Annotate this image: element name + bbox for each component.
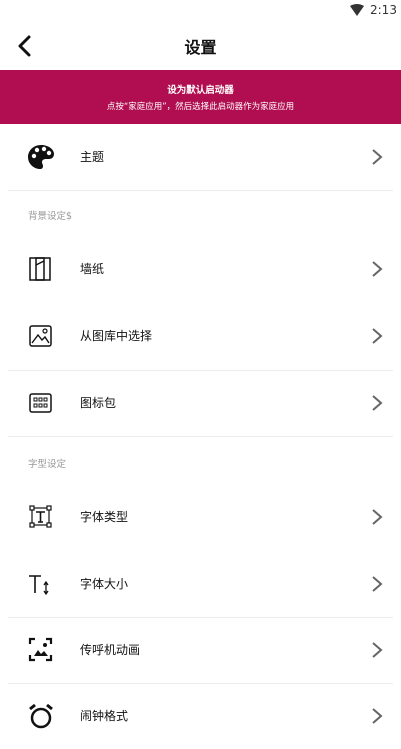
icon-pack-icon — [29, 393, 52, 413]
chevron-right-icon — [372, 642, 383, 658]
settings-item-alarm[interactable]: 闹钟格式 — [0, 683, 401, 749]
page-title: 设置 — [184, 38, 217, 57]
status-time: 2:13 — [370, 3, 397, 17]
chevron-right-icon — [372, 509, 383, 525]
pager-animation-icon — [28, 637, 53, 662]
chevron-right-icon — [372, 576, 383, 592]
banner-title: 设为默认启动器 — [167, 85, 234, 96]
status-bar: 2:13 — [0, 0, 401, 22]
settings-item-theme[interactable]: 主题 — [0, 124, 401, 190]
default-launcher-banner[interactable]: 设为默认启动器 点按“家庭应用”，然后选择此启动器作为家庭应用 — [0, 70, 401, 124]
settings-item-pager-animation[interactable]: 传呼机动画 — [0, 617, 401, 683]
chevron-right-icon — [372, 149, 383, 165]
palette-icon — [28, 145, 54, 169]
chevron-right-icon — [372, 395, 383, 411]
settings-item-label: 传呼机动画 — [80, 643, 141, 657]
settings-item-label: 主题 — [80, 150, 105, 164]
settings-item-label: 墙纸 — [80, 262, 105, 276]
wallpaper-icon — [29, 257, 51, 281]
banner-subtitle: 点按“家庭应用”，然后选择此启动器作为家庭应用 — [106, 102, 295, 112]
settings-item-icon-pack[interactable]: 图标包 — [0, 370, 401, 436]
section-header-background: 背景设定$ — [28, 211, 73, 222]
chevron-right-icon — [372, 708, 383, 724]
gallery-icon — [29, 325, 52, 347]
settings-item-font-size[interactable]: 字体大小 — [0, 551, 401, 617]
settings-item-label: 图标包 — [80, 396, 117, 410]
chevron-right-icon — [372, 328, 383, 344]
settings-item-wallpaper[interactable]: 墙纸 — [0, 236, 401, 302]
settings-item-label: 从图库中选择 — [80, 329, 153, 343]
divider — [8, 190, 393, 191]
settings-item-gallery[interactable]: 从图库中选择 — [0, 303, 401, 369]
chevron-right-icon — [372, 261, 383, 277]
wifi-icon — [350, 4, 364, 16]
font-type-icon — [29, 505, 52, 528]
font-size-icon — [29, 575, 49, 596]
settings-item-label: 闹钟格式 — [80, 709, 129, 723]
alarm-clock-icon — [29, 703, 53, 729]
divider — [8, 436, 393, 437]
section-header-font: 字型设定 — [28, 459, 67, 470]
app-bar: 设置 — [0, 22, 401, 70]
settings-item-label: 字体大小 — [80, 577, 129, 591]
settings-item-label: 字体类型 — [80, 510, 129, 524]
settings-item-font-type[interactable]: 字体类型 — [0, 484, 401, 550]
